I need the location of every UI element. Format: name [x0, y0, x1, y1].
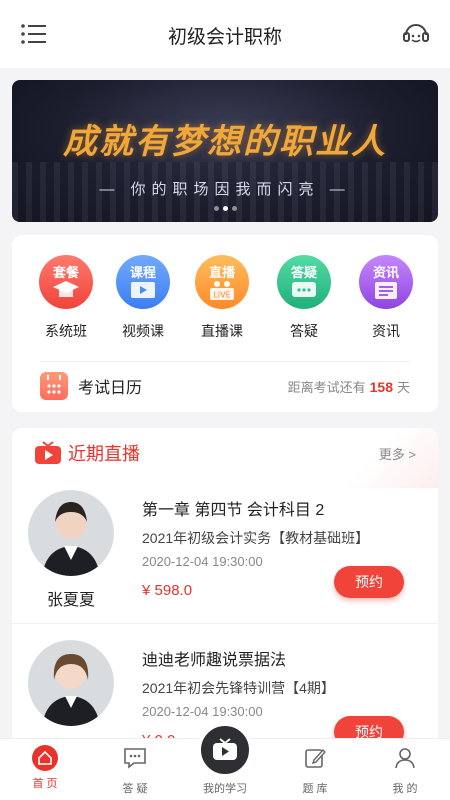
reserve-button[interactable]: 预约: [334, 566, 404, 598]
quick-link-video-course[interactable]: 课程 视频课: [103, 255, 183, 341]
lesson-time: 2020-12-04 19:30:00: [142, 704, 263, 719]
quick-link-qa[interactable]: 答疑 答疑: [264, 255, 344, 341]
tab-qa[interactable]: 答 疑: [100, 745, 170, 796]
news-icon: 资讯: [359, 255, 413, 309]
exam-countdown: 距离考试还有 158 天: [287, 379, 410, 395]
section-title: 近期直播: [68, 444, 140, 464]
lesson-course: 2021年初会先锋特训营【4期】: [142, 680, 335, 696]
lesson-price: ¥ 598.0: [142, 582, 193, 599]
banner-pagination: [12, 198, 438, 216]
quick-link-label: 视频课: [122, 323, 164, 339]
pagination-dot: [231, 206, 237, 211]
page-title: 初级会计职称: [167, 27, 282, 48]
tab-label: 我 的: [392, 783, 418, 795]
quick-link-label: 系统班: [45, 323, 87, 339]
countdown-days: 158: [369, 379, 393, 395]
quick-link-system-class[interactable]: 套餐 系统班: [26, 255, 106, 341]
home-icon: [32, 745, 58, 771]
pagination-dot-active: [222, 206, 228, 211]
exam-calendar-link[interactable]: 考试日历: [40, 371, 142, 401]
banner-subline: — 你的职场因我而闪亮 —: [99, 181, 351, 198]
quick-link-label: 答疑: [290, 323, 318, 339]
more-link[interactable]: 更多 >: [379, 444, 416, 463]
lesson-title: 第一章 第四节 会计科目 2: [142, 502, 325, 519]
quick-link-news[interactable]: 资讯 资讯: [346, 255, 426, 341]
tab-home[interactable]: 首 页: [10, 745, 80, 791]
banner-slogan: 成就有梦想的职业人: [63, 122, 387, 162]
video-play-icon: 课程: [116, 255, 170, 309]
app-header: 初级会计职称: [0, 0, 450, 68]
teacher-name: 张夏夏: [46, 592, 95, 609]
lesson-title: 迪迪老师趣说票据法: [142, 652, 287, 669]
tab-label: 首 页: [32, 778, 58, 790]
pagination-dot: [213, 206, 219, 211]
calendar-icon: [40, 372, 68, 400]
user-icon: [370, 745, 440, 776]
tv-icon: [34, 441, 62, 465]
teacher-avatar: [28, 640, 114, 726]
bottom-tab-bar: 首 页 答 疑 我的学习 题 库 我 的: [0, 723, 450, 800]
customer-service-icon[interactable]: [402, 20, 430, 48]
message-icon: [100, 745, 170, 776]
lesson-course: 2021年初级会计实务【教材基础班】: [142, 530, 370, 546]
tab-question-bank[interactable]: 题 库: [280, 745, 350, 796]
tab-my-study-label[interactable]: 我的学习: [180, 780, 270, 796]
promo-banner[interactable]: 成就有梦想的职业人 — 你的职场因我而闪亮 —: [12, 80, 438, 222]
quick-link-label: 直播课: [201, 323, 243, 339]
svg-text:LIVE: LIVE: [213, 291, 230, 300]
graduation-cap-icon: 套餐: [39, 255, 93, 309]
edit-icon: [280, 745, 350, 776]
recent-live-card: 近期直播 更多 > 张夏夏 第一章 第四节 会计科目 2 2021年初级会计实务…: [12, 428, 438, 748]
quick-links-card: 套餐 系统班 课程 视频课 直播 LIVE 直播课 答疑 答疑 资讯 资讯 考试…: [12, 235, 438, 412]
lesson-time: 2020-12-04 19:30:00: [142, 554, 263, 569]
quick-link-label: 资讯: [372, 323, 400, 339]
tab-profile[interactable]: 我 的: [370, 745, 440, 796]
teacher-avatar: [28, 490, 114, 576]
quick-link-live-course[interactable]: 直播 LIVE 直播课: [182, 255, 262, 341]
tab-label: 答 疑: [122, 783, 148, 795]
exam-calendar-label: 考试日历: [78, 380, 143, 397]
tab-label: 题 库: [302, 783, 328, 795]
play-tv-icon[interactable]: [198, 723, 252, 777]
chat-bubble-icon: 答疑: [277, 255, 331, 309]
live-icon: 直播 LIVE: [195, 255, 249, 309]
section-header: 近期直播: [34, 440, 140, 466]
live-lesson-item[interactable]: 张夏夏 第一章 第四节 会计科目 2 2021年初级会计实务【教材基础班】 20…: [12, 478, 438, 623]
divider: [40, 361, 410, 362]
divider: [12, 623, 438, 624]
